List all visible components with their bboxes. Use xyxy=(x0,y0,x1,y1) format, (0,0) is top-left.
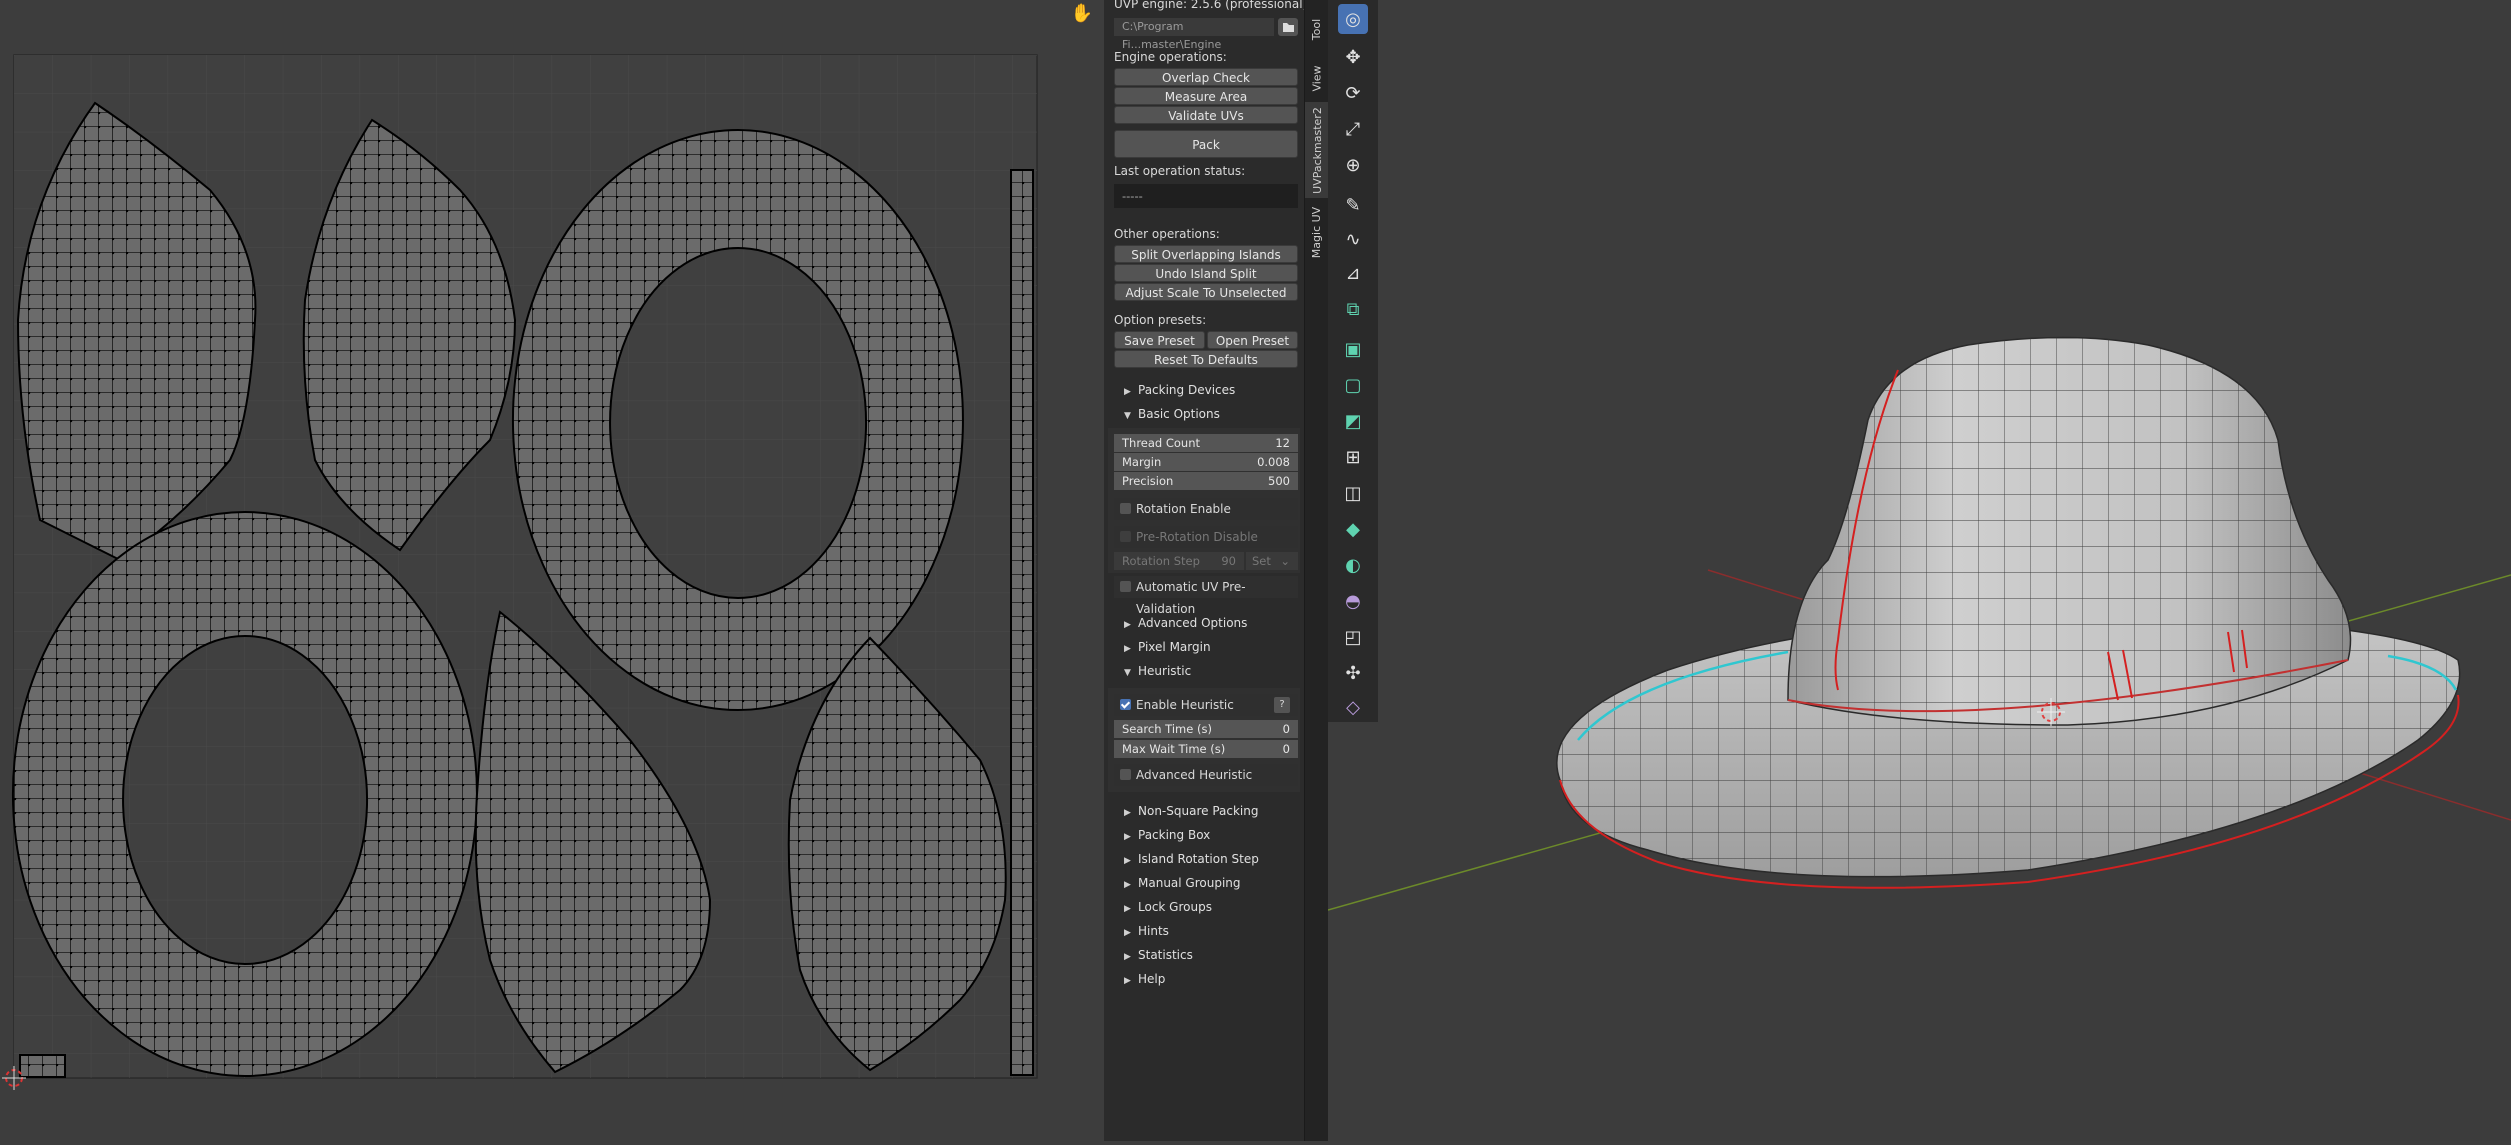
help-icon[interactable]: ? xyxy=(1274,697,1290,713)
search-time-field[interactable]: Search Time (s) 0 xyxy=(1114,720,1298,738)
section-heuristic[interactable]: ▼ Heuristic xyxy=(1124,664,1191,678)
tool-shelf: ◎ ✥ ⟳ ⤢ ⊕ ✎ ∿ ⊿ ⧉ ▣ ▢ ◩ ⊞ ◫ ◆ ◐ ◓ ◰ ✣ ◇ xyxy=(1328,0,1378,722)
uv-canvas[interactable] xyxy=(0,0,1104,1141)
uv-island[interactable] xyxy=(19,1054,66,1078)
presets-label: Option presets: xyxy=(1114,313,1207,327)
3d-viewport[interactable] xyxy=(1327,0,2511,1141)
undo-island-split-button[interactable]: Undo Island Split xyxy=(1114,264,1298,282)
tab-tool[interactable]: Tool xyxy=(1305,4,1329,54)
annotate-line-icon[interactable]: ∿ xyxy=(1338,224,1368,254)
transform-icon[interactable]: ⊕ xyxy=(1338,150,1368,180)
poly-build-icon[interactable]: ◆ xyxy=(1338,514,1368,544)
knife-icon[interactable]: ◫ xyxy=(1338,478,1368,508)
margin-field[interactable]: Margin 0.008 xyxy=(1114,453,1298,471)
section-statistics[interactable]: ▶ Statistics xyxy=(1124,948,1193,962)
overlap-check-button[interactable]: Overlap Check xyxy=(1114,68,1298,86)
section-basic-options[interactable]: ▼ Basic Options xyxy=(1124,407,1220,421)
folder-icon[interactable] xyxy=(1278,18,1298,36)
hat-crown xyxy=(1787,336,2352,726)
uvpackmaster-panel: UVP engine: 2.5.6 (professional) C:\Prog… xyxy=(1104,0,1308,1141)
auto-uv-prevalidation-checkbox[interactable]: Automatic UV Pre-Validation xyxy=(1114,576,1298,616)
pre-rotation-disable-checkbox[interactable]: Pre-Rotation Disable xyxy=(1114,526,1298,548)
section-lock-groups[interactable]: ▶ Lock Groups xyxy=(1124,900,1212,914)
tab-view[interactable]: View xyxy=(1305,58,1329,98)
validate-uvs-button[interactable]: Validate UVs xyxy=(1114,106,1298,124)
sidebar-tabs: Tool View UVPackmaster2 Magic UV xyxy=(1304,0,1329,1141)
reset-defaults-button[interactable]: Reset To Defaults xyxy=(1114,350,1298,368)
loop-cut-icon[interactable]: ⊞ xyxy=(1338,442,1368,472)
uv-editor[interactable]: ✋ xyxy=(0,0,1104,1141)
rotation-step-set-dropdown[interactable]: Set ⌄ xyxy=(1246,552,1298,570)
measure-icon[interactable]: ⊿ xyxy=(1338,258,1368,288)
extrude-icon[interactable]: ▣ xyxy=(1338,334,1368,364)
engine-ops-label: Engine operations: xyxy=(1114,50,1227,64)
adjust-scale-button[interactable]: Adjust Scale To Unselected xyxy=(1114,283,1298,301)
other-ops-label: Other operations: xyxy=(1114,227,1220,241)
section-advanced-options[interactable]: ▶ Advanced Options xyxy=(1124,616,1247,630)
save-preset-button[interactable]: Save Preset xyxy=(1114,331,1205,349)
engine-version: UVP engine: 2.5.6 (professional) xyxy=(1114,0,1308,11)
section-non-square-packing[interactable]: ▶ Non-Square Packing xyxy=(1124,804,1258,818)
bevel-icon[interactable]: ◩ xyxy=(1338,406,1368,436)
last-status-label: Last operation status: xyxy=(1114,164,1246,178)
viewport-canvas[interactable] xyxy=(1327,0,2511,1141)
rotate-icon[interactable]: ⟳ xyxy=(1338,78,1368,108)
uv-island[interactable] xyxy=(1010,169,1034,1076)
add-cube-icon[interactable]: ⧉ xyxy=(1338,294,1368,324)
move-icon[interactable]: ✥ xyxy=(1338,42,1368,72)
scale-icon[interactable]: ⤢ xyxy=(1338,114,1368,144)
last-status-value: ----- xyxy=(1114,184,1298,208)
pan-hand-icon[interactable]: ✋ xyxy=(1070,2,1094,26)
rotation-enable-checkbox[interactable]: Rotation Enable xyxy=(1114,498,1298,520)
shear-icon[interactable]: ◇ xyxy=(1338,694,1368,720)
section-packing-devices[interactable]: ▶ Packing Devices xyxy=(1124,383,1235,397)
section-packing-box[interactable]: ▶ Packing Box xyxy=(1124,828,1210,842)
advanced-heuristic-checkbox[interactable]: Advanced Heuristic xyxy=(1114,764,1298,786)
smooth-icon[interactable]: ◓ xyxy=(1338,586,1368,616)
thread-count-field[interactable]: Thread Count 12 xyxy=(1114,434,1298,452)
open-preset-button[interactable]: Open Preset xyxy=(1207,331,1298,349)
spin-icon[interactable]: ◐ xyxy=(1338,550,1368,580)
section-help[interactable]: ▶ Help xyxy=(1124,972,1165,986)
inset-icon[interactable]: ▢ xyxy=(1338,370,1368,400)
section-pixel-margin[interactable]: ▶ Pixel Margin xyxy=(1124,640,1211,654)
section-hints[interactable]: ▶ Hints xyxy=(1124,924,1169,938)
shrink-icon[interactable]: ✣ xyxy=(1338,658,1368,688)
rotation-step-field[interactable]: Rotation Step 90 xyxy=(1114,552,1244,570)
enable-heuristic-checkbox[interactable]: Enable Heuristic xyxy=(1114,694,1298,716)
split-overlapping-button[interactable]: Split Overlapping Islands xyxy=(1114,245,1298,263)
section-manual-grouping[interactable]: ▶ Manual Grouping xyxy=(1124,876,1241,890)
cursor-icon[interactable]: ◎ xyxy=(1338,4,1368,34)
chevron-down-icon: ⌄ xyxy=(1280,554,1290,568)
section-island-rotation-step[interactable]: ▶ Island Rotation Step xyxy=(1124,852,1259,866)
pack-button[interactable]: Pack xyxy=(1114,130,1298,158)
engine-path-field[interactable]: C:\Program Fi...master\Engine xyxy=(1114,18,1274,51)
max-wait-time-field[interactable]: Max Wait Time (s) 0 xyxy=(1114,740,1298,758)
precision-field[interactable]: Precision 500 xyxy=(1114,472,1298,490)
edge-slide-icon[interactable]: ◰ xyxy=(1338,622,1368,652)
tab-uvpackmaster[interactable]: UVPackmaster2 xyxy=(1305,102,1329,198)
tab-magic-uv[interactable]: Magic UV xyxy=(1305,202,1329,262)
measure-area-button[interactable]: Measure Area xyxy=(1114,87,1298,105)
annotate-icon[interactable]: ✎ xyxy=(1338,190,1368,220)
